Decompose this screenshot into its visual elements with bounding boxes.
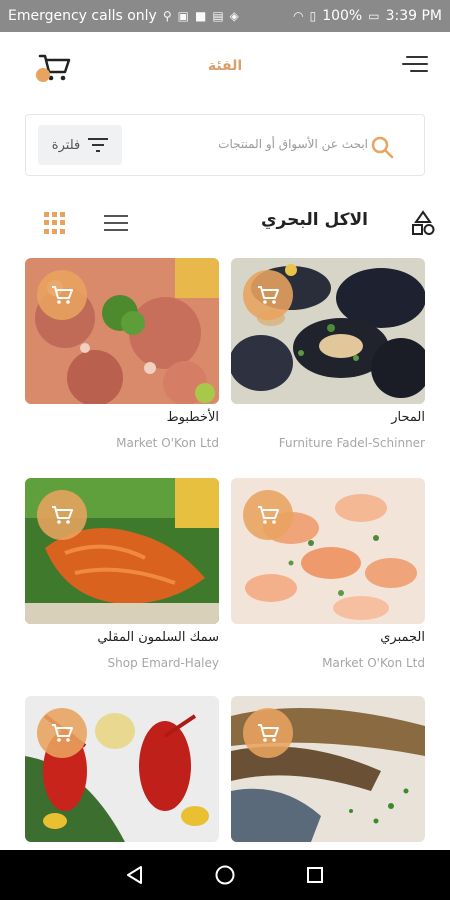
cart-icon	[52, 724, 73, 742]
product-market: Market O'Kon Ltd	[322, 656, 425, 670]
usb-icon: ⚲	[162, 9, 172, 23]
grid-view-icon[interactable]	[44, 212, 66, 234]
product-image[interactable]	[25, 696, 219, 842]
carrier-text: Emergency calls only	[8, 8, 157, 24]
product-name: الأخطبوط	[166, 410, 219, 425]
sim-icon: ▯	[309, 9, 317, 23]
product-card[interactable]: المحار Furniture Fadel-Schinner	[231, 258, 425, 450]
search-icon[interactable]	[370, 135, 394, 159]
battery-percent: 100%	[322, 8, 363, 24]
search-bar[interactable]: فلترة ابحث عن الأسواق أو المنتجات	[25, 114, 425, 176]
menu-line	[410, 70, 428, 72]
search-input[interactable]: ابحث عن الأسواق أو المنتجات	[218, 137, 368, 151]
product-image[interactable]	[25, 478, 219, 624]
add-to-cart-button[interactable]	[243, 490, 293, 540]
product-card[interactable]: الجمبري Market O'Kon Ltd	[231, 478, 425, 670]
product-image[interactable]	[231, 478, 425, 624]
filter-label: فلترة	[51, 137, 81, 153]
recents-square-icon[interactable]	[304, 864, 326, 886]
filter-button[interactable]: فلترة	[38, 125, 122, 165]
cart-icon	[258, 724, 279, 742]
product-image[interactable]	[231, 696, 425, 842]
menu-line	[402, 63, 428, 65]
product-market: Shop Emard-Haley	[107, 656, 220, 670]
product-image[interactable]	[25, 258, 219, 404]
section-header: الاكل البحري	[0, 204, 450, 244]
cart-icon	[258, 286, 279, 304]
add-to-cart-button[interactable]	[243, 708, 293, 758]
product-image[interactable]	[231, 258, 425, 404]
product-card[interactable]	[25, 696, 219, 842]
wifi-icon: ◠	[293, 9, 304, 23]
product-market: Market O'Kon Ltd	[116, 436, 219, 450]
product-name: سمك السلمون المقلي	[97, 630, 219, 645]
list-view-icon[interactable]	[104, 215, 128, 233]
product-name: الجمبري	[380, 630, 425, 645]
filter-icon	[88, 138, 109, 152]
cart-button[interactable]	[36, 50, 72, 86]
screen: Emergency calls only ⚲ ▣ ■ ▤ ◈ ◠ ▯ 100% …	[0, 0, 450, 900]
back-triangle-icon[interactable]	[124, 864, 146, 886]
add-to-cart-button[interactable]	[37, 270, 87, 320]
section-title: الاكل البحري	[260, 210, 368, 230]
product-market: Furniture Fadel-Schinner	[278, 436, 425, 450]
shapes-icon	[412, 210, 435, 235]
product-card[interactable]: سمك السلمون المقلي Shop Emard-Haley	[25, 478, 219, 670]
status-bar: Emergency calls only ⚲ ▣ ■ ▤ ◈ ◠ ▯ 100% …	[0, 0, 450, 32]
product-name: المحار	[391, 410, 425, 425]
add-to-cart-button[interactable]	[37, 708, 87, 758]
app-icon: ▤	[212, 9, 224, 23]
android-icon: ◈	[229, 9, 239, 23]
home-circle-icon[interactable]	[214, 864, 236, 886]
notification-icon: ▣	[177, 9, 189, 23]
cart-icon	[52, 506, 73, 524]
add-to-cart-button[interactable]	[37, 490, 87, 540]
menu-button[interactable]	[402, 56, 428, 74]
system-nav-bar	[0, 850, 450, 900]
product-card[interactable]: الأخطبوط Market O'Kon Ltd	[25, 258, 219, 450]
app-icon: ■	[194, 9, 207, 23]
page-title: الفئة	[207, 58, 243, 74]
battery-icon: ▭	[368, 9, 380, 23]
cart-badge	[36, 68, 50, 82]
clock: 3:39 PM	[385, 8, 442, 24]
product-card[interactable]	[231, 696, 425, 842]
hamburger-menu-icon	[406, 56, 428, 58]
cart-icon	[258, 506, 279, 524]
cart-icon	[52, 286, 73, 304]
add-to-cart-button[interactable]	[243, 270, 293, 320]
app-bar: الفئة	[0, 32, 450, 100]
